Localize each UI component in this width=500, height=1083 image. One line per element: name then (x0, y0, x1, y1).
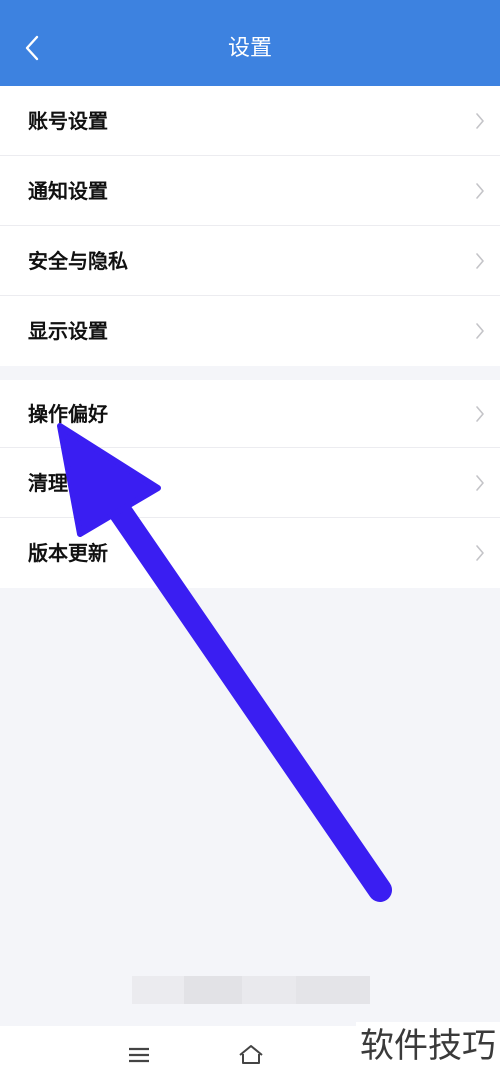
top-app-bar: 设置 (0, 0, 500, 86)
settings-item-label: 账号设置 (28, 109, 108, 133)
chevron-right-icon (476, 323, 484, 339)
settings-item-label: 版本更新 (28, 541, 108, 565)
settings-item-label: 安全与隐私 (28, 249, 128, 273)
settings-item-operation-preferences[interactable]: 操作偏好 (0, 380, 500, 448)
settings-item-security-privacy[interactable]: 安全与隐私 (0, 226, 500, 296)
home-button[interactable] (234, 1040, 268, 1070)
redacted-footer-text (296, 976, 370, 1004)
chevron-right-icon (476, 406, 484, 422)
settings-item-version-update[interactable]: 版本更新 (0, 518, 500, 588)
menu-icon (129, 1047, 149, 1063)
settings-item-label: 显示设置 (28, 319, 108, 343)
redacted-footer-text (132, 976, 184, 1004)
menu-button[interactable] (122, 1040, 156, 1070)
chevron-right-icon (476, 113, 484, 129)
settings-item-notifications[interactable]: 通知设置 (0, 156, 500, 226)
chevron-right-icon (476, 253, 484, 269)
page-title: 设置 (227, 36, 272, 61)
settings-item-label: 操作偏好 (28, 402, 108, 426)
chevron-right-icon (476, 475, 484, 491)
redacted-footer-text (242, 976, 296, 1004)
settings-item-account[interactable]: 账号设置 (0, 86, 500, 156)
chevron-right-icon (476, 183, 484, 199)
settings-item-label: 通知设置 (28, 179, 108, 203)
settings-group-general: 账号设置 通知设置 安全与隐私 显示设置 (0, 86, 500, 366)
redacted-footer-text (184, 976, 242, 1004)
chevron-right-icon (476, 545, 484, 561)
settings-group-other: 操作偏好 清理 版本更新 (0, 380, 500, 588)
watermark-text: 软件技巧 (356, 1022, 500, 1070)
settings-item-cleanup[interactable]: 清理 (0, 448, 500, 518)
settings-item-display[interactable]: 显示设置 (0, 296, 500, 366)
home-icon (239, 1045, 263, 1064)
settings-item-label: 清理 (28, 471, 68, 495)
